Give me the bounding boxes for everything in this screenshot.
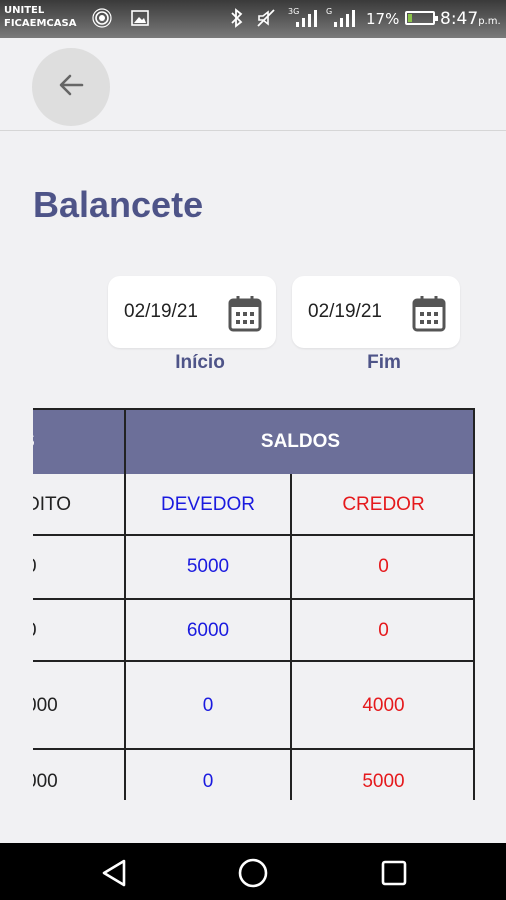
table-cell-credor: 0 (378, 620, 389, 641)
square-recents-icon[interactable] (376, 855, 412, 891)
carrier-label: UNITEL FICAEMCASA (4, 4, 76, 30)
signal-icon (294, 8, 318, 33)
table-divider (33, 534, 475, 536)
table-cell-credor: 5000 (362, 771, 405, 792)
table-group-header-left-text: S (33, 431, 35, 453)
arrow-left-icon (56, 70, 86, 105)
clock: 8:47p.m. (440, 9, 501, 29)
table-divider (33, 748, 475, 750)
column-header-devedor: DEVEDOR (161, 494, 255, 515)
signal-icon (332, 8, 356, 33)
table-cell-credito: 000 (33, 771, 58, 792)
table-border-top (33, 408, 475, 410)
table-divider (33, 598, 475, 600)
table-cell-devedor: 6000 (186, 620, 230, 641)
table-cell-devedor: 0 (202, 695, 214, 716)
battery-level (408, 14, 413, 22)
column-header-credito: DITO (33, 474, 124, 536)
circle-home-icon[interactable] (235, 855, 271, 891)
start-date-value: 02/19/21 (124, 301, 198, 322)
table-cell-devedor: 5000 (186, 556, 230, 577)
status-bar: UNITEL FICAEMCASA 3G G 17% 8:47p.m. (0, 0, 506, 38)
end-date-picker[interactable]: 02/19/21 (292, 276, 460, 348)
start-date-label: Início (175, 352, 225, 373)
table-divider (33, 660, 475, 662)
battery-icon (405, 11, 438, 25)
clock-ampm: p.m. (478, 16, 501, 27)
mute-icon (256, 8, 276, 33)
carrier-line2: FICAEMCASA (4, 18, 77, 29)
table-cell-devedor: 0 (202, 771, 214, 792)
triangle-back-icon[interactable] (96, 855, 132, 891)
hotspot-icon (92, 8, 112, 33)
table-cell-credor: 0 (378, 556, 389, 577)
column-header-credor: CREDOR (342, 494, 425, 515)
calendar-icon[interactable] (412, 294, 446, 337)
image-icon (130, 8, 150, 33)
table-cell-credor: 4000 (362, 695, 405, 716)
bluetooth-icon (229, 8, 245, 33)
page-title: Balancete (33, 184, 204, 225)
table-column-divider (290, 474, 292, 800)
app-bar (0, 38, 506, 131)
navigation-bar (0, 843, 506, 900)
table-cell-credito: 0 (33, 536, 124, 598)
clock-time: 8:47 (440, 9, 479, 29)
start-date-picker[interactable]: 02/19/21 (108, 276, 276, 348)
end-date-label: Fim (367, 352, 401, 373)
calendar-icon[interactable] (228, 294, 262, 337)
battery-percent: 17% (366, 10, 400, 28)
table-border-right (473, 408, 475, 800)
table-cell-credito: 000 (33, 695, 58, 716)
carrier-line1: UNITEL (4, 5, 45, 16)
table-cell-credito: 0 (33, 600, 124, 662)
column-header-credito-text: DITO (33, 494, 72, 515)
table-group-header-left: S (33, 410, 124, 474)
table-column-divider (124, 408, 126, 800)
end-date-value: 02/19/21 (308, 301, 382, 322)
balance-table[interactable]: S SALDOS DITO DEVEDOR CREDOR 0 5000 0 0 … (33, 408, 476, 800)
back-button[interactable] (32, 48, 110, 126)
table-group-header-saldos: SALDOS (126, 410, 475, 474)
